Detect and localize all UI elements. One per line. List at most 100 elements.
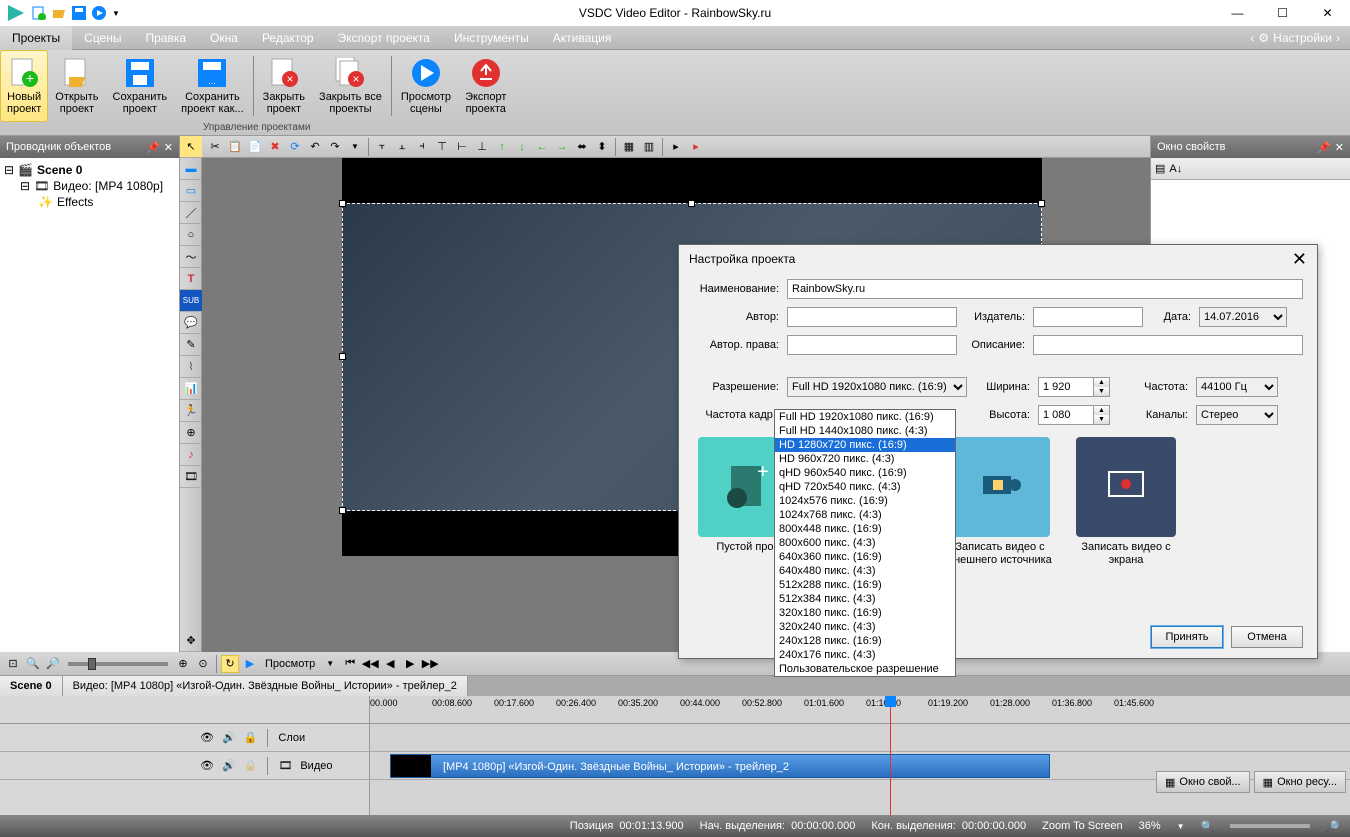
cursor-tool[interactable]: ↖: [180, 136, 202, 158]
play-icon[interactable]: ▶: [241, 655, 259, 673]
arrow-left-icon[interactable]: ←: [533, 138, 551, 156]
resolution-option[interactable]: Full HD 1440x1080 пикс. (4:3): [775, 424, 955, 438]
align-middle-icon[interactable]: ⊢: [453, 138, 471, 156]
collapse-icon[interactable]: ⊟: [4, 163, 14, 177]
down-icon[interactable]: ▼: [1094, 387, 1109, 396]
refresh-icon[interactable]: ⟳: [286, 138, 304, 156]
close-icon[interactable]: ✕: [164, 141, 173, 154]
sound-icon[interactable]: 🔊: [222, 731, 236, 744]
resolution-option[interactable]: HD 960x720 пикс. (4:3): [775, 452, 955, 466]
scene-tab[interactable]: Scene 0: [0, 676, 63, 696]
up-icon[interactable]: ▲: [1094, 378, 1109, 387]
sound-icon[interactable]: 🔊: [222, 759, 236, 772]
undo-icon[interactable]: ↶: [306, 138, 324, 156]
up-icon[interactable]: ▲: [1094, 406, 1109, 415]
resolution-option[interactable]: Пользовательское разрешение: [775, 662, 955, 676]
open-project-button[interactable]: Открытьпроект: [48, 50, 105, 122]
zoom-full-icon[interactable]: ⊙: [194, 655, 212, 673]
dropdown-icon[interactable]: ▼: [321, 655, 339, 673]
audio-tool[interactable]: ♪: [180, 444, 202, 466]
name-field[interactable]: [787, 279, 1303, 299]
delete-marker-icon[interactable]: ▸: [687, 138, 705, 156]
resolution-option[interactable]: 512x288 пикс. (16:9): [775, 578, 955, 592]
down-icon[interactable]: ▼: [1094, 415, 1109, 424]
tab-windows[interactable]: Окна: [198, 26, 250, 50]
resolution-option[interactable]: HD 1280x720 пикс. (16:9): [775, 438, 955, 452]
qat-save-icon[interactable]: [72, 6, 86, 20]
date-field[interactable]: 14.07.2016: [1199, 307, 1287, 327]
arrow-down-icon[interactable]: ↓: [513, 138, 531, 156]
resolution-option[interactable]: 640x360 пикс. (16:9): [775, 550, 955, 564]
zoom-out-icon[interactable]: 🔍: [1201, 820, 1215, 833]
sub-tool[interactable]: SUB: [180, 290, 202, 312]
sort-icon[interactable]: A↓: [1169, 163, 1182, 175]
resolution-option[interactable]: 1024x768 пикс. (4:3): [775, 508, 955, 522]
author-field[interactable]: [787, 307, 957, 327]
cut-icon[interactable]: ✂: [206, 138, 224, 156]
chart-tool[interactable]: 📊: [180, 378, 202, 400]
tab-tools[interactable]: Инструменты: [442, 26, 541, 50]
resolution-option[interactable]: 640x480 пикс. (4:3): [775, 564, 955, 578]
delete-icon[interactable]: ✖: [266, 138, 284, 156]
zoom-fit-icon[interactable]: ⊡: [4, 655, 22, 673]
lock-icon[interactable]: 🔒: [244, 759, 258, 772]
rect-tool[interactable]: ▬: [180, 158, 202, 180]
qat-play-icon[interactable]: [92, 6, 106, 20]
tab-editor[interactable]: Редактор: [250, 26, 326, 50]
eye-icon[interactable]: 👁: [200, 731, 214, 744]
tree-scene[interactable]: ⊟🎬Scene 0: [4, 162, 175, 178]
lock-icon[interactable]: 🔒: [244, 731, 258, 744]
resolution-option[interactable]: 512x384 пикс. (4:3): [775, 592, 955, 606]
video-track-header[interactable]: 👁 🔊 🔒 🎞 Видео: [0, 752, 369, 780]
align-center-icon[interactable]: ⫠: [393, 138, 411, 156]
close-icon[interactable]: ✕: [1335, 141, 1344, 154]
animation-tool[interactable]: 🏃: [180, 400, 202, 422]
arrow-right-icon[interactable]: →: [553, 138, 571, 156]
qat-open-icon[interactable]: [52, 6, 66, 20]
qat-new-icon[interactable]: [32, 6, 46, 20]
minimize-button[interactable]: —: [1215, 0, 1260, 26]
height-stepper[interactable]: ▲▼: [1038, 405, 1110, 425]
align-top-icon[interactable]: ⊤: [433, 138, 451, 156]
description-field[interactable]: [1033, 335, 1303, 355]
curve-tool[interactable]: 〜: [180, 246, 202, 268]
text-tool[interactable]: T: [180, 268, 202, 290]
dock-tab-resources[interactable]: ▦Окно ресу...: [1254, 771, 1346, 793]
resolution-option[interactable]: 320x240 пикс. (4:3): [775, 620, 955, 634]
zoom-plus-icon[interactable]: ⊕: [174, 655, 192, 673]
playhead[interactable]: [890, 696, 891, 815]
layer-icon[interactable]: ▦: [620, 138, 638, 156]
dialog-close-button[interactable]: ✕: [1292, 249, 1307, 270]
export-project-button[interactable]: Экспортпроекта: [458, 50, 513, 122]
tree-effects[interactable]: ✨Effects: [4, 194, 175, 210]
arrow-up-icon[interactable]: ↑: [493, 138, 511, 156]
cancel-button[interactable]: Отмена: [1231, 626, 1303, 648]
template-capture-screen[interactable]: Записать видео с экрана: [1071, 437, 1181, 567]
zoom-dropdown-icon[interactable]: ▼: [1177, 822, 1185, 831]
zoom-mode[interactable]: Zoom To Screen: [1042, 820, 1123, 832]
align-left-icon[interactable]: ⫟: [373, 138, 391, 156]
resolution-option[interactable]: qHD 960x540 пикс. (16:9): [775, 466, 955, 480]
align-right-icon[interactable]: ⫞: [413, 138, 431, 156]
preview-scene-button[interactable]: Просмотрсцены: [394, 50, 458, 122]
first-icon[interactable]: ⏮: [341, 655, 359, 673]
close-button[interactable]: ✕: [1305, 0, 1350, 26]
tab-scenes[interactable]: Сцены: [72, 26, 133, 50]
pin-icon[interactable]: 📌: [146, 141, 160, 154]
tree-video[interactable]: ⊟🎞Видео: [MP4 1080p]: [4, 178, 175, 194]
back-icon[interactable]: ◀: [381, 655, 399, 673]
collapse-icon[interactable]: ⊟: [20, 179, 30, 193]
ellipse-tool[interactable]: ○: [180, 224, 202, 246]
save-as-button[interactable]: ... Сохранитьпроект как...: [174, 50, 251, 122]
handle-w[interactable]: [339, 353, 346, 360]
tab-edit[interactable]: Правка: [134, 26, 199, 50]
freq-field[interactable]: 44100 Гц: [1196, 377, 1278, 397]
resolution-dropdown[interactable]: Full HD 1920x1080 пикс. (16:9)Full HD 14…: [774, 409, 956, 677]
resolution-field[interactable]: Full HD 1920x1080 пикс. (16:9): [787, 377, 967, 397]
resolution-option[interactable]: 1024x576 пикс. (16:9): [775, 494, 955, 508]
loop-icon[interactable]: ↻: [221, 655, 239, 673]
close-all-button[interactable]: × Закрыть всепроекты: [312, 50, 389, 122]
zoom-out-icon[interactable]: 🔎: [44, 655, 62, 673]
path-tool[interactable]: ⌇: [180, 356, 202, 378]
move-tool[interactable]: ✥: [180, 630, 202, 652]
